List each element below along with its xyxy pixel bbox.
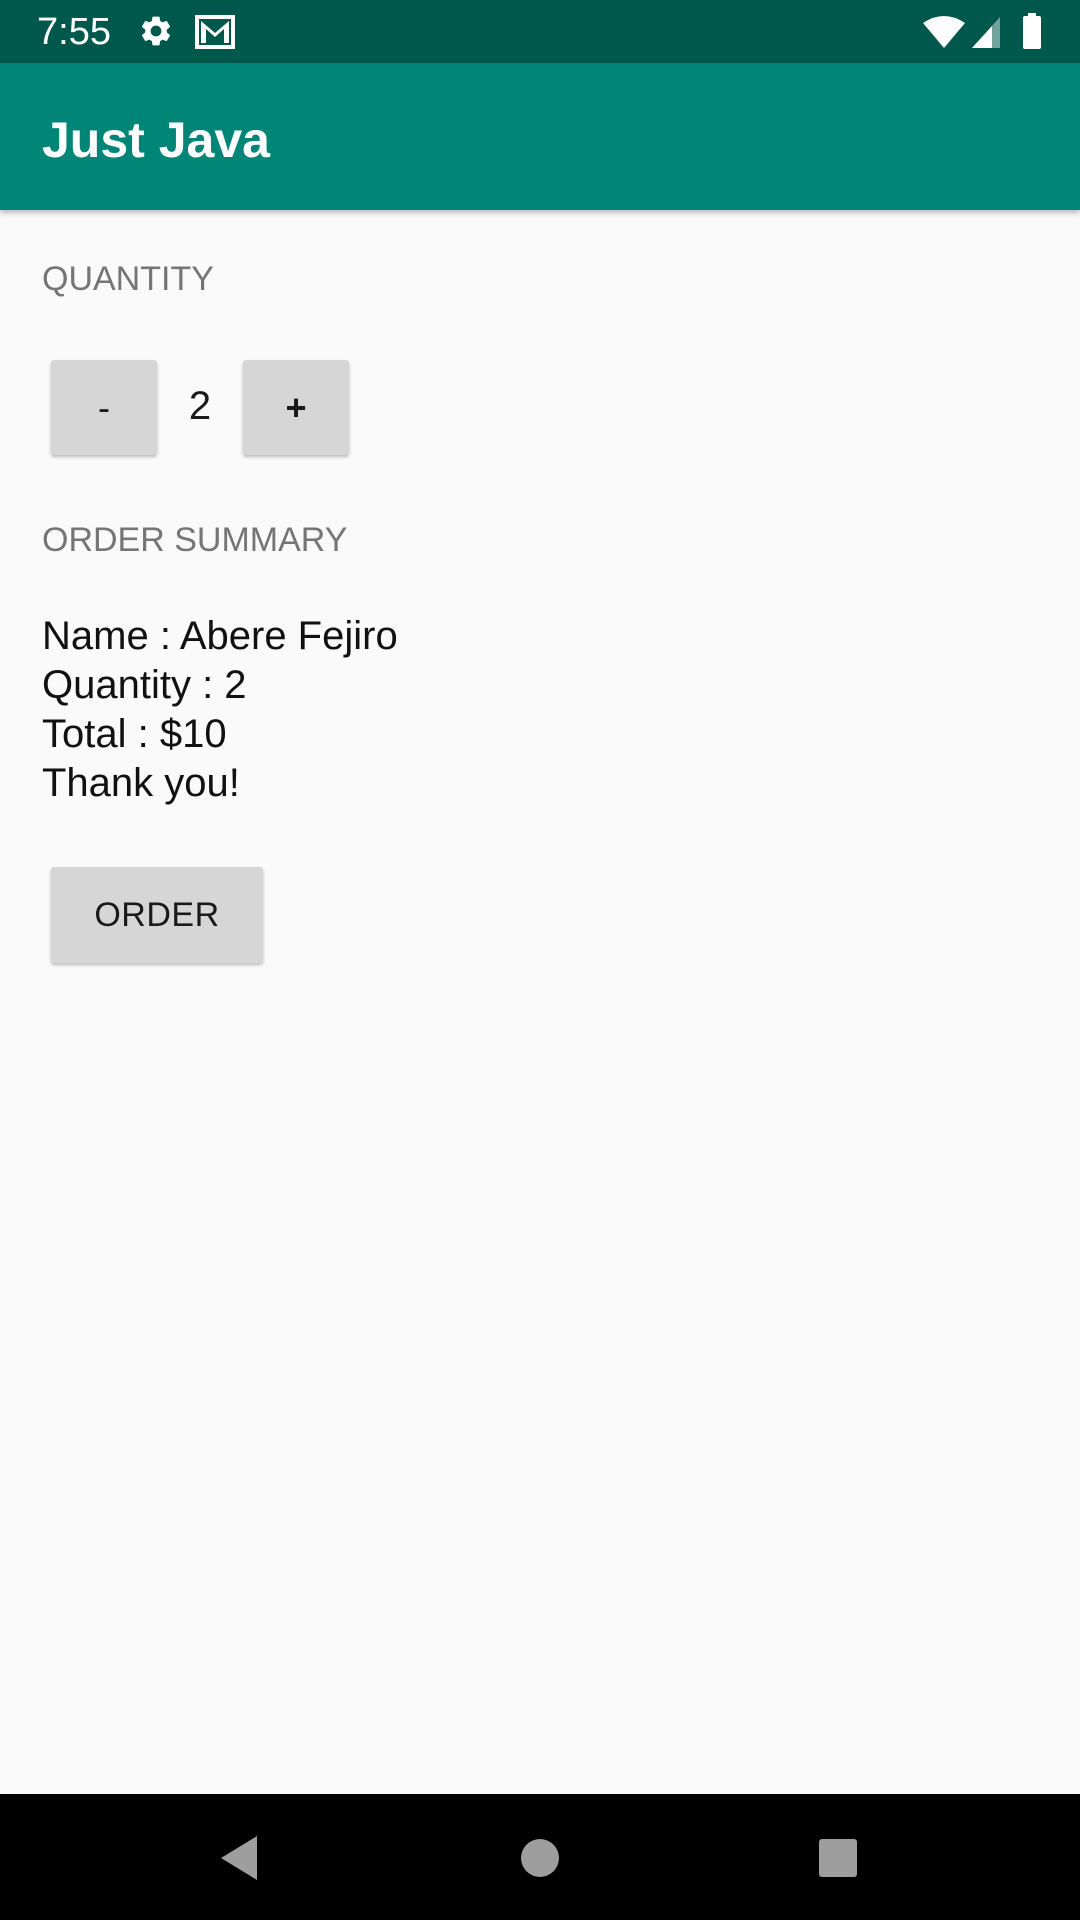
app-title: Just Java (42, 112, 270, 168)
wifi-icon (922, 15, 966, 49)
status-time: 7:55 (37, 11, 111, 53)
decrement-button[interactable]: - (51, 360, 157, 455)
back-icon[interactable] (211, 1830, 267, 1886)
gear-icon (138, 13, 174, 49)
order-button[interactable]: ORDER (51, 867, 263, 963)
order-summary-header: ORDER SUMMARY (42, 521, 348, 559)
home-icon[interactable] (512, 1830, 568, 1886)
quantity-header: QUANTITY (42, 260, 214, 298)
battery-icon (1022, 13, 1042, 49)
increment-button[interactable]: + (243, 360, 349, 455)
quantity-value: 2 (188, 384, 212, 428)
summary-line-thanks: Thank you! (42, 761, 240, 805)
app-screen: 7:55 Just Java QUANTITY - 2 + ORDER SUMM… (0, 0, 1080, 1920)
order-summary-text: Name : Abere Fejiro Quantity : 2 Total :… (42, 612, 398, 808)
navigation-bar (0, 1794, 1080, 1920)
status-bar: 7:55 (0, 0, 1080, 63)
recents-icon[interactable] (810, 1830, 866, 1886)
summary-line-name: Name : Abere Fejiro (42, 614, 398, 658)
signal-icon (970, 15, 1002, 49)
summary-line-total: Total : $10 (42, 712, 227, 756)
summary-line-quantity: Quantity : 2 (42, 663, 247, 707)
app-bar: Just Java (0, 63, 1080, 210)
gmail-icon (195, 15, 235, 49)
